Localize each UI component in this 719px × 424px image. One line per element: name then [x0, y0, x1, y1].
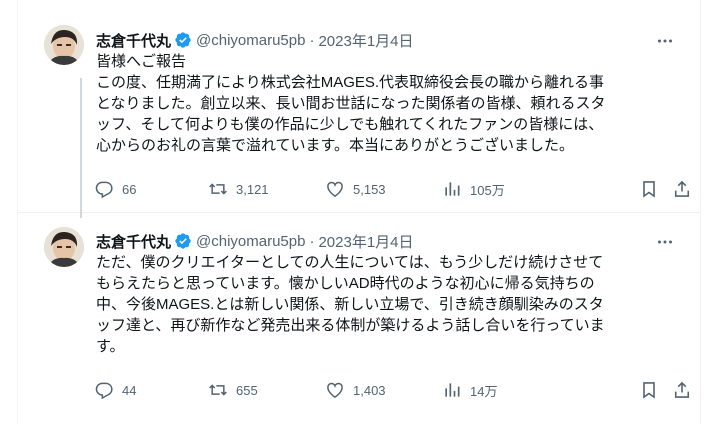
reply-count: 44 [122, 382, 137, 398]
tweet-text: 皆様へご報告 この度、任期満了により株式会社MAGES.代表取締役会長の職から離… [96, 51, 694, 156]
author-handle[interactable]: @chiyomaru5pb [196, 32, 305, 49]
reply-button[interactable]: 44 [94, 379, 136, 401]
avatar[interactable] [44, 227, 84, 267]
like-button[interactable]: 1,403 [325, 379, 386, 401]
reply-count: 66 [122, 181, 137, 197]
tweet-text-line: 心からのお礼の言葉で溢れています。本当にありがとうございました。 [96, 137, 575, 154]
tweet-date[interactable]: 2023年1月4日 [318, 231, 413, 252]
like-count: 5,153 [353, 181, 386, 197]
tweet-actions: 66 3,121 5,153 105万 [94, 178, 690, 200]
views-chart-icon [442, 179, 462, 199]
tweet-text-line: 皆様へご報告 [96, 53, 187, 70]
reply-icon [94, 179, 114, 199]
tweet-text: ただ、僕のクリエイターとしての人生については、もう少しだけ続けさせて もらえたら… [96, 252, 694, 357]
reply-button[interactable]: 66 [94, 178, 136, 200]
tweet-text-line: ッフ達と、再び新作など発売出来る体制が築けるよう話し合いを行っていま [96, 317, 605, 334]
retweet-icon [208, 380, 228, 400]
header-separator: · [309, 232, 315, 250]
thread-connector-line [80, 78, 82, 218]
like-button[interactable]: 5,153 [325, 178, 386, 200]
tweet[interactable]: 志倉千代丸 @chiyomaru5pb · 2023年1月4日 皆様へご報告 こ… [18, 0, 700, 218]
author-name[interactable]: 志倉千代丸 [96, 30, 171, 51]
bookmark-icon [639, 179, 659, 199]
retweet-button[interactable]: 3,121 [208, 178, 269, 200]
share-icon [672, 380, 692, 400]
share-button[interactable] [672, 178, 692, 200]
retweet-icon [208, 179, 228, 199]
tweet-date[interactable]: 2023年1月4日 [318, 30, 413, 51]
views-chart-icon [442, 380, 462, 400]
reply-icon [94, 380, 114, 400]
views-button[interactable]: 105万 [442, 178, 505, 200]
share-icon [672, 179, 692, 199]
tweet-text-line: もらえたらと思っています。懐かしいAD時代のような初心に帰る気持ちの [96, 275, 595, 292]
verified-badge-icon[interactable] [174, 31, 192, 49]
verified-badge-icon[interactable] [174, 232, 192, 250]
heart-icon [325, 380, 345, 400]
avatar[interactable] [44, 25, 84, 65]
tweet-header: 志倉千代丸 @chiyomaru5pb · 2023年1月4日 [96, 231, 414, 251]
more-horizontal-icon[interactable] [654, 31, 676, 51]
tweet-text-line: この度、任期満了により株式会社MAGES.代表取締役会長の職から離れる事 [96, 74, 605, 91]
more-horizontal-icon[interactable] [654, 232, 676, 252]
timeline: 志倉千代丸 @chiyomaru5pb · 2023年1月4日 皆様へご報告 こ… [0, 0, 719, 424]
views-button[interactable]: 14万 [442, 379, 497, 401]
heart-icon [325, 179, 345, 199]
bookmark-button[interactable] [639, 178, 659, 200]
tweet-actions: 44 655 1,403 14万 [94, 379, 690, 401]
view-count: 105万 [470, 182, 505, 198]
like-count: 1,403 [353, 382, 386, 398]
tweet-text-line: ただ、僕のクリエイターとしての人生については、もう少しだけ続けさせて [96, 254, 604, 271]
retweet-count: 3,121 [236, 181, 269, 197]
author-name[interactable]: 志倉千代丸 [96, 231, 171, 252]
tweet-header: 志倉千代丸 @chiyomaru5pb · 2023年1月4日 [96, 30, 414, 50]
bookmark-button[interactable] [639, 379, 659, 401]
view-count: 14万 [470, 383, 498, 399]
retweet-button[interactable]: 655 [208, 379, 258, 401]
tweet-text-line: となりました。創立以来、長い間お世話になった関係者の皆様、頼れるスタ [96, 95, 606, 112]
tweet[interactable]: 志倉千代丸 @chiyomaru5pb · 2023年1月4日 ただ、僕のクリエ… [18, 214, 700, 424]
author-handle[interactable]: @chiyomaru5pb [196, 233, 305, 250]
retweet-count: 655 [236, 382, 258, 398]
share-button[interactable] [672, 379, 692, 401]
tweet-text-line: ッフ、そして何よりも僕の作品に少しでも触れてくれたファンの皆様には、 [96, 116, 604, 133]
tweet-text-line: 中、今後MAGES.とは新しい関係、新しい立場で、引き続き顔馴染みのスタ [96, 296, 604, 313]
bookmark-icon [639, 380, 659, 400]
tweet-text-line: す。 [96, 338, 125, 355]
timeline-right-border [700, 0, 701, 424]
header-separator: · [309, 31, 315, 49]
